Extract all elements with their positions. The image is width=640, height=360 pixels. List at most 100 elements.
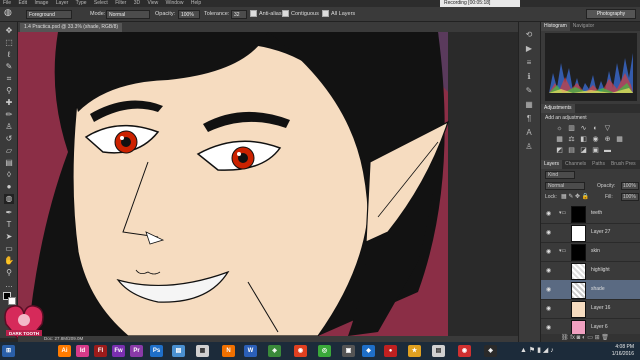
menu-edit[interactable]: Edit	[18, 0, 27, 7]
color-balance-icon[interactable]: ⚖	[567, 135, 576, 144]
mode-select[interactable]: Normal	[106, 10, 150, 19]
fireworks-app-icon[interactable]: Fw	[112, 345, 125, 357]
path-select-tool-icon[interactable]: ➤	[4, 232, 14, 242]
layer-fill-input[interactable]: 100%	[621, 193, 639, 201]
menu-layer[interactable]: Layer	[56, 0, 69, 7]
menu-3d[interactable]: 3D	[134, 0, 140, 7]
canvas-area[interactable]	[18, 32, 518, 336]
vibrance-icon[interactable]: ▽	[603, 124, 612, 133]
gradient-map-icon[interactable]: ▬	[603, 146, 612, 155]
visibility-eye-icon[interactable]: ◉	[546, 229, 551, 236]
layer-row[interactable]: ◉ ▾▭ teeth	[541, 204, 640, 224]
blur-tool-icon[interactable]: ◊	[4, 170, 14, 180]
visibility-eye-icon[interactable]: ◉	[546, 210, 551, 217]
tab-channels[interactable]: Channels	[562, 160, 589, 169]
layer-row[interactable]: ◉ Layer 27	[541, 223, 640, 243]
app-icon[interactable]: N	[222, 345, 235, 357]
tab-navigator[interactable]: Navigator	[570, 22, 597, 31]
healing-tool-icon[interactable]: ✚	[4, 98, 14, 108]
app-icon[interactable]: ▤	[172, 345, 185, 357]
lock-icons[interactable]: ▦ ✎ ✥ 🔒	[561, 193, 589, 200]
chrome-app-icon[interactable]: ◎	[318, 345, 331, 357]
trash-icon[interactable]: 🗑	[601, 335, 609, 341]
more-tools-icon[interactable]: …	[4, 280, 14, 290]
threshold-icon[interactable]: ◪	[579, 146, 588, 155]
fx-icon[interactable]: fx	[570, 335, 575, 341]
brightness-icon[interactable]: ☼	[555, 124, 564, 133]
photoshop-app-icon[interactable]: Ps	[150, 345, 163, 357]
tab-histogram[interactable]: Histogram	[541, 22, 570, 31]
word-app-icon[interactable]: W	[244, 345, 257, 357]
menu-view[interactable]: View	[148, 0, 159, 7]
tab-paths[interactable]: Paths	[589, 160, 608, 169]
properties-icon[interactable]: ≡	[524, 58, 534, 68]
visibility-eye-icon[interactable]: ◉	[546, 286, 551, 293]
character-icon[interactable]: A	[524, 128, 534, 138]
eraser-tool-icon[interactable]: ▱	[4, 146, 14, 156]
posterize-icon[interactable]: ▤	[567, 146, 576, 155]
menu-select[interactable]: Select	[94, 0, 108, 7]
lasso-tool-icon[interactable]: ℓ	[4, 50, 14, 60]
visibility-eye-icon[interactable]: ◉	[546, 248, 551, 255]
document-tab[interactable]: 1.4 Practica.psd @ 33.3% (shade, RGB/8)	[20, 23, 123, 32]
exposure-icon[interactable]: ◐	[591, 124, 600, 133]
selective-color-icon[interactable]: ▣	[591, 146, 600, 155]
clone-stamp-tool-icon[interactable]: ♙	[4, 122, 14, 132]
menu-help[interactable]: Help	[191, 0, 201, 7]
layer-row[interactable]: ◉ Layer 16	[541, 299, 640, 319]
opacity-input[interactable]: 100%	[178, 10, 200, 19]
marquee-tool-icon[interactable]: ⬚	[4, 38, 14, 48]
all-layers-checkbox[interactable]: All Layers	[322, 10, 355, 19]
app-icon[interactable]: ◈	[484, 345, 497, 357]
visibility-eye-icon[interactable]: ◉	[546, 267, 551, 274]
visibility-eye-icon[interactable]: ◉	[546, 305, 551, 312]
dodge-tool-icon[interactable]: ●	[4, 182, 14, 192]
paragraph-icon[interactable]: ¶	[524, 114, 534, 124]
indesign-app-icon[interactable]: Id	[76, 345, 89, 357]
app-icon[interactable]: ▦	[196, 345, 209, 357]
move-tool-icon[interactable]: ✥	[4, 26, 14, 36]
app-icon[interactable]: ★	[408, 345, 421, 357]
blend-mode-select[interactable]: Normal	[545, 182, 585, 190]
zoom-tool-icon[interactable]: ⚲	[4, 268, 14, 278]
new-adjustment-icon[interactable]: ◐	[582, 335, 586, 341]
new-group-icon[interactable]: ▭	[587, 335, 593, 341]
menu-type[interactable]: Type	[76, 0, 87, 7]
shape-tool-icon[interactable]: ▭	[4, 244, 14, 254]
hand-tool-icon[interactable]: ✋	[4, 256, 14, 266]
app-icon[interactable]: ▤	[432, 345, 445, 357]
artwork-canvas[interactable]	[18, 32, 518, 336]
type-tool-icon[interactable]: T	[4, 220, 14, 230]
anti-alias-checkbox[interactable]: Anti-alias	[250, 10, 282, 19]
illustrator-app-icon[interactable]: Ai	[58, 345, 71, 357]
flash-app-icon[interactable]: Fl	[94, 345, 107, 357]
curves-icon[interactable]: ∿	[579, 124, 588, 133]
app-icon[interactable]: ●	[384, 345, 397, 357]
menu-filter[interactable]: Filter	[115, 0, 126, 7]
history-brush-tool-icon[interactable]: ↺	[4, 134, 14, 144]
photo-filter-icon[interactable]: ◉	[591, 135, 600, 144]
clone-source-icon[interactable]: ♙	[524, 142, 534, 152]
app-icon[interactable]: ◈	[268, 345, 281, 357]
mask-icon[interactable]: ◙	[577, 335, 581, 341]
tab-brush-presets[interactable]: Brush Pres	[608, 160, 639, 169]
layer-row[interactable]: ◉ highlight	[541, 261, 640, 281]
hue-saturation-icon[interactable]: ▦	[555, 135, 564, 144]
tolerance-input[interactable]: 32	[231, 10, 247, 19]
levels-icon[interactable]: ▥	[567, 124, 576, 133]
link-layers-icon[interactable]: ⛓	[561, 335, 569, 341]
app-icon[interactable]: ◉	[294, 345, 307, 357]
black-white-icon[interactable]: ◧	[579, 135, 588, 144]
color-lookup-icon[interactable]: ▦	[615, 135, 624, 144]
layer-opacity-input[interactable]: 100%	[621, 182, 639, 190]
brush-tool-icon[interactable]: ✏	[4, 110, 14, 120]
layer-filter-select[interactable]: Kind	[545, 171, 575, 179]
layer-row-selected[interactable]: ◉ shade	[541, 280, 640, 300]
actions-icon[interactable]: ▶	[524, 44, 534, 54]
premiere-app-icon[interactable]: Pr	[130, 345, 143, 357]
new-layer-icon[interactable]: ⊞	[595, 335, 600, 341]
tab-adjustments[interactable]: Adjustments	[541, 104, 575, 113]
app-icon[interactable]: ◉	[458, 345, 471, 357]
visibility-eye-icon[interactable]: ◉	[546, 324, 551, 331]
layer-row[interactable]: ◉ ▾▭ skin	[541, 242, 640, 262]
